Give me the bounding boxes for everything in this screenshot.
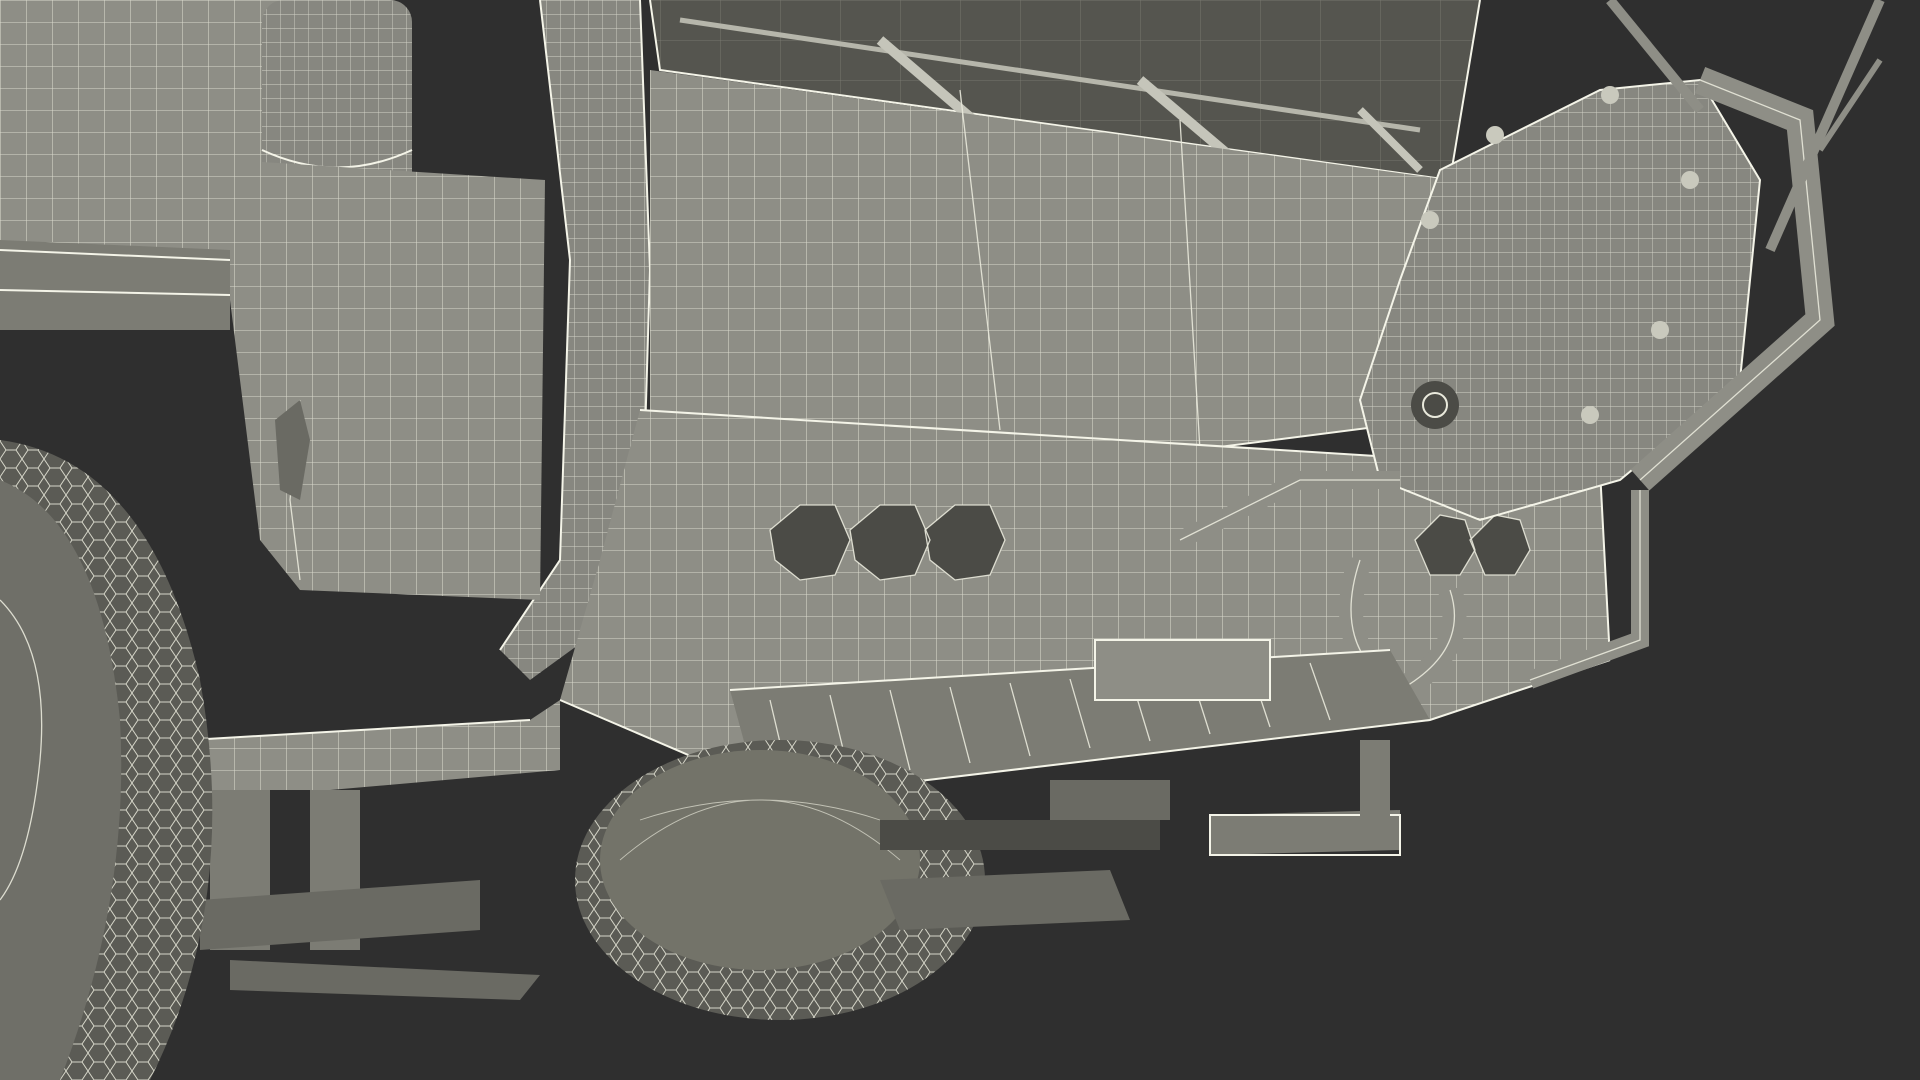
door-panel: [230, 160, 545, 600]
headlights-left: [769, 504, 1006, 581]
render-viewport: [0, 0, 1920, 1080]
wireframe-truck-render: [0, 0, 1920, 1080]
